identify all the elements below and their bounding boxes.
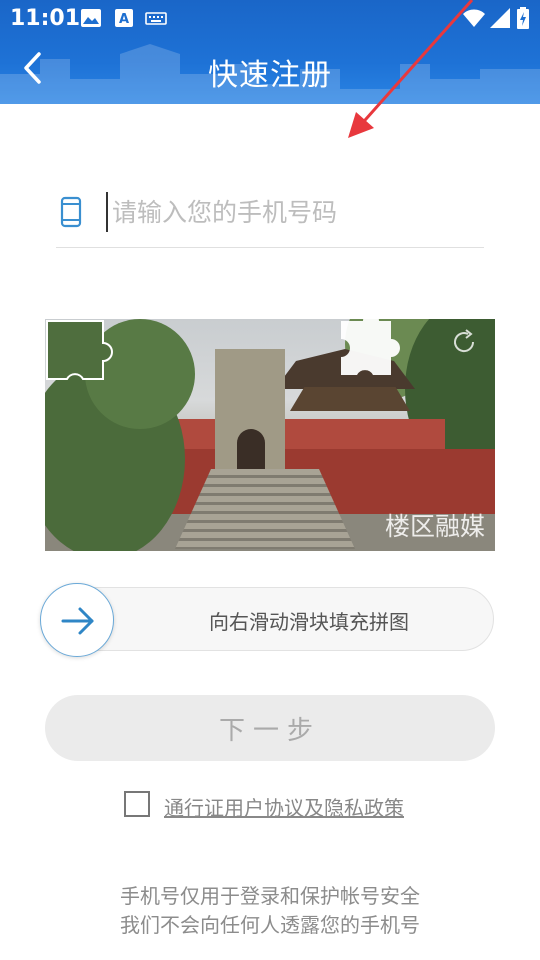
privacy-note-line1: 手机号仅用于登录和保护帐号安全 <box>120 884 420 908</box>
privacy-note: 手机号仅用于登录和保护帐号安全 我们不会向任何人透露您的手机号 <box>0 882 540 940</box>
image-icon <box>81 9 101 27</box>
agreement-checkbox[interactable] <box>124 791 150 817</box>
keyboard-icon <box>145 12 167 25</box>
puzzle-piece[interactable] <box>45 319 119 389</box>
wifi-icon <box>463 9 485 27</box>
status-time: 11:01 <box>10 6 81 31</box>
puzzle-target-slot <box>341 319 400 375</box>
next-step-button[interactable]: 下一步 <box>45 695 495 761</box>
svg-text:A: A <box>119 12 129 27</box>
text-a-icon: A <box>115 9 133 27</box>
slider-handle[interactable] <box>40 583 114 657</box>
phone-number-input[interactable] <box>106 192 476 232</box>
status-bar: 11:01 A <box>0 0 540 36</box>
phone-input-row <box>56 186 484 248</box>
arrow-right-icon <box>61 607 94 635</box>
mobile-phone-icon <box>60 196 82 228</box>
captcha-puzzle-image: 楼区融媒 <box>45 319 495 551</box>
refresh-icon[interactable] <box>449 327 479 357</box>
page-title: 快速注册 <box>208 58 332 93</box>
agreement-link[interactable]: 通行证用户协议及隐私政策 <box>164 792 404 821</box>
privacy-note-line2: 我们不会向任何人透露您的手机号 <box>120 913 420 937</box>
battery-icon <box>517 7 529 29</box>
app-header: 11:01 A 快速注册 <box>0 0 540 104</box>
signal-icon <box>490 8 510 28</box>
captcha-watermark: 楼区融媒 <box>384 512 485 541</box>
